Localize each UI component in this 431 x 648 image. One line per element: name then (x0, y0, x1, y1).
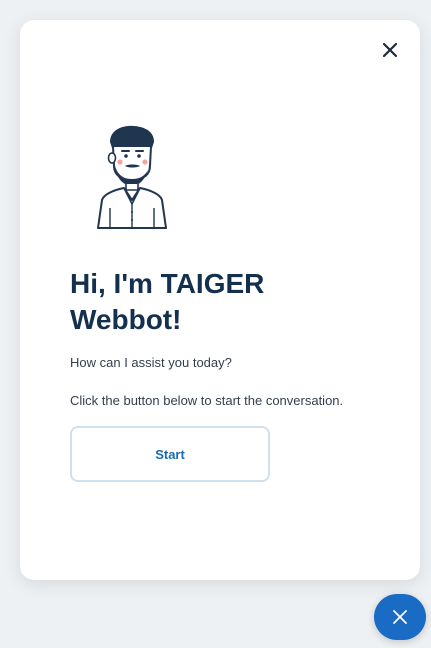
page: Hi, I'm TAIGER Webbot! How can I assist … (0, 0, 431, 648)
welcome-title: Hi, I'm TAIGER Webbot! (70, 268, 265, 335)
chat-launcher-close-button[interactable] (374, 594, 426, 640)
close-icon (383, 43, 397, 57)
start-button[interactable]: Start (70, 426, 270, 482)
assist-prompt: How can I assist you today? (70, 355, 232, 370)
close-button[interactable] (378, 38, 402, 62)
bearded-man-avatar-icon (97, 125, 167, 229)
start-instruction: Click the button below to start the conv… (70, 393, 344, 408)
chat-window: Hi, I'm TAIGER Webbot! How can I assist … (20, 20, 420, 580)
close-icon (393, 610, 407, 624)
